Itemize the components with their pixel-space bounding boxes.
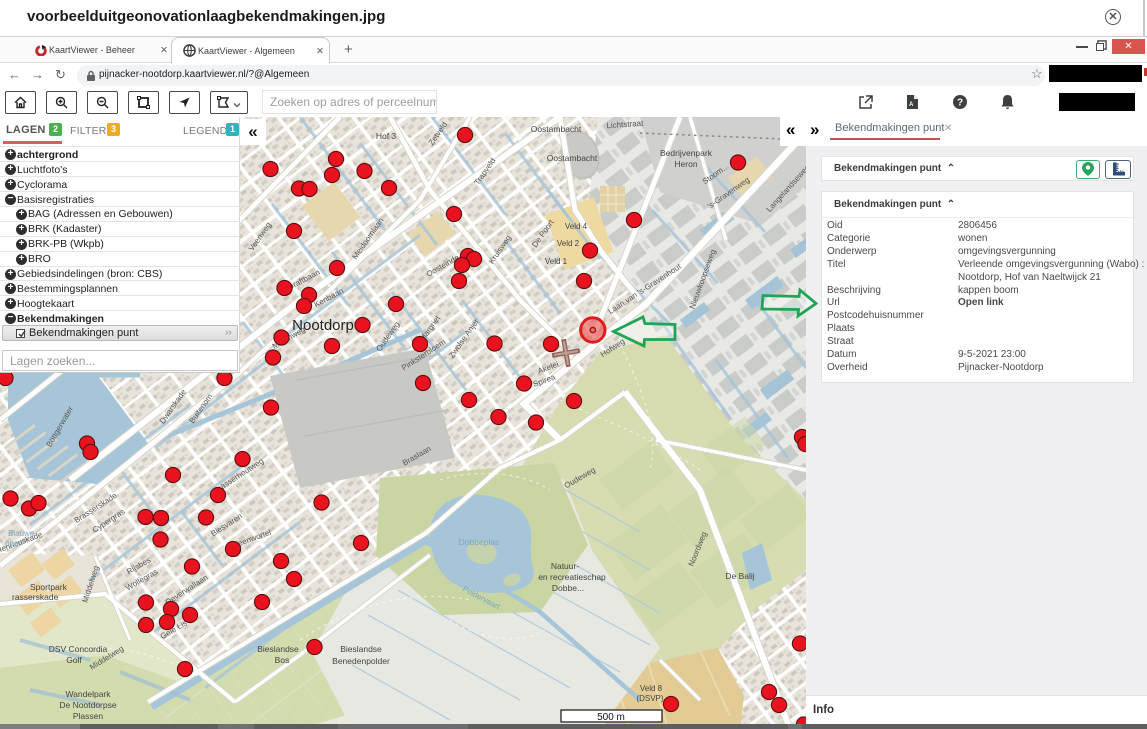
svg-text:Benedenpolder: Benedenpolder [332, 656, 390, 666]
svg-text:Bieslandse: Bieslandse [257, 644, 299, 654]
svg-text:De Balij: De Balij [725, 571, 754, 581]
svg-text:Veld 8: Veld 8 [640, 684, 663, 693]
svg-text:Dobbe...: Dobbe... [552, 583, 584, 593]
svg-text:DSV Concordia: DSV Concordia [49, 644, 108, 654]
svg-text:oper: oper [5, 539, 21, 548]
svg-text:Veld 2: Veld 2 [557, 239, 580, 248]
svg-text:Sportpark: Sportpark [30, 582, 68, 592]
svg-text:Bedrijvenpark: Bedrijvenpark [660, 148, 713, 158]
svg-text:Bieslandse: Bieslandse [340, 644, 382, 654]
svg-text:Dobbeplas: Dobbeplas [459, 537, 500, 547]
svg-text:De Nootdorpse: De Nootdorpse [59, 700, 116, 710]
svg-text:Oostambacht: Oostambacht [547, 153, 598, 163]
svg-text:?: ? [957, 98, 963, 109]
svg-text:Natuur-: Natuur- [551, 561, 580, 571]
svg-text:Plassen: Plassen [73, 711, 104, 721]
svg-text:Oostambacht: Oostambacht [531, 124, 582, 134]
svg-text:en recreatieschap: en recreatieschap [538, 572, 606, 582]
svg-text:rasserskade: rasserskade [12, 592, 59, 602]
svg-text:Hof 3: Hof 3 [376, 131, 397, 141]
svg-text:500 m: 500 m [597, 712, 625, 723]
svg-text:Blauwe: Blauwe [8, 529, 35, 538]
svg-text:Veld 1: Veld 1 [545, 257, 568, 266]
svg-text:Bos: Bos [275, 655, 290, 665]
svg-text:Golf: Golf [66, 655, 82, 665]
svg-text:Veld 4: Veld 4 [565, 222, 588, 231]
svg-text:Heron: Heron [674, 159, 697, 169]
svg-text:(DSVP): (DSVP) [636, 694, 663, 703]
svg-text:A: A [909, 102, 914, 108]
svg-text:Wandelpark: Wandelpark [65, 689, 111, 699]
